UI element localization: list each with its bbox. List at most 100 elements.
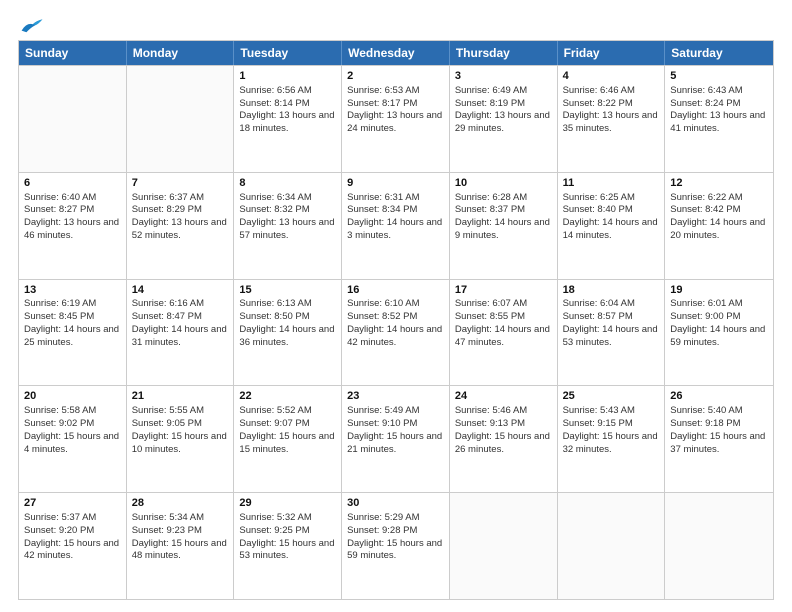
calendar-cell: 12Sunrise: 6:22 AMSunset: 8:42 PMDayligh…: [665, 173, 773, 279]
day-number: 14: [132, 283, 229, 298]
calendar-cell: 7Sunrise: 6:37 AMSunset: 8:29 PMDaylight…: [127, 173, 235, 279]
day-info: Sunrise: 6:22 AM: [670, 192, 768, 205]
day-info: Sunset: 9:10 PM: [347, 418, 444, 431]
calendar-cell: 5Sunrise: 6:43 AMSunset: 8:24 PMDaylight…: [665, 66, 773, 172]
logo-bird-icon: [20, 16, 44, 34]
day-number: 3: [455, 69, 552, 84]
day-info: Sunrise: 6:13 AM: [239, 298, 336, 311]
day-info: Sunset: 8:27 PM: [24, 204, 121, 217]
header: [18, 16, 774, 30]
day-number: 16: [347, 283, 444, 298]
day-info: Sunrise: 5:49 AM: [347, 405, 444, 418]
day-info: Sunrise: 5:43 AM: [563, 405, 660, 418]
calendar-header-day: Friday: [558, 41, 666, 65]
calendar-cell: 21Sunrise: 5:55 AMSunset: 9:05 PMDayligh…: [127, 386, 235, 492]
day-info: Sunrise: 6:07 AM: [455, 298, 552, 311]
day-number: 19: [670, 283, 768, 298]
day-info: Daylight: 15 hours and 48 minutes.: [132, 538, 229, 564]
day-info: Daylight: 14 hours and 53 minutes.: [563, 324, 660, 350]
day-info: Daylight: 13 hours and 57 minutes.: [239, 217, 336, 243]
calendar-cell: [558, 493, 666, 599]
day-number: 11: [563, 176, 660, 191]
calendar-cell: 1Sunrise: 6:56 AMSunset: 8:14 PMDaylight…: [234, 66, 342, 172]
calendar-row: 20Sunrise: 5:58 AMSunset: 9:02 PMDayligh…: [19, 385, 773, 492]
day-info: Daylight: 14 hours and 47 minutes.: [455, 324, 552, 350]
day-number: 20: [24, 389, 121, 404]
calendar-header-day: Saturday: [665, 41, 773, 65]
calendar-header-day: Thursday: [450, 41, 558, 65]
calendar-cell: 8Sunrise: 6:34 AMSunset: 8:32 PMDaylight…: [234, 173, 342, 279]
day-info: Sunrise: 6:04 AM: [563, 298, 660, 311]
day-number: 28: [132, 496, 229, 511]
day-number: 1: [239, 69, 336, 84]
day-info: Sunrise: 6:53 AM: [347, 85, 444, 98]
calendar-cell: 13Sunrise: 6:19 AMSunset: 8:45 PMDayligh…: [19, 280, 127, 386]
calendar-body: 1Sunrise: 6:56 AMSunset: 8:14 PM Daylight…: [19, 65, 773, 599]
calendar-row: 13Sunrise: 6:19 AMSunset: 8:45 PMDayligh…: [19, 279, 773, 386]
day-info: Sunset: 9:00 PM: [670, 311, 768, 324]
day-info: Sunrise: 6:31 AM: [347, 192, 444, 205]
calendar-cell: 24Sunrise: 5:46 AMSunset: 9:13 PMDayligh…: [450, 386, 558, 492]
day-number: 24: [455, 389, 552, 404]
day-info: Sunset: 8:14 PM: [239, 98, 336, 111]
day-info: Sunset: 9:07 PM: [239, 418, 336, 431]
calendar-cell: 22Sunrise: 5:52 AMSunset: 9:07 PMDayligh…: [234, 386, 342, 492]
day-number: 15: [239, 283, 336, 298]
day-info: Daylight: 15 hours and 32 minutes.: [563, 431, 660, 457]
day-info: Sunset: 9:18 PM: [670, 418, 768, 431]
calendar-cell: [19, 66, 127, 172]
day-info: Sunrise: 6:34 AM: [239, 192, 336, 205]
day-info: Sunrise: 6:56 AM: [239, 85, 336, 98]
day-number: 10: [455, 176, 552, 191]
day-info: Daylight: 14 hours and 25 minutes.: [24, 324, 121, 350]
day-number: 2: [347, 69, 444, 84]
day-info: Sunset: 8:55 PM: [455, 311, 552, 324]
day-info: Sunset: 9:20 PM: [24, 525, 121, 538]
calendar-cell: [127, 66, 235, 172]
day-number: 13: [24, 283, 121, 298]
day-info: Sunset: 8:32 PM: [239, 204, 336, 217]
day-number: 12: [670, 176, 768, 191]
day-info: Sunrise: 6:01 AM: [670, 298, 768, 311]
calendar-cell: 20Sunrise: 5:58 AMSunset: 9:02 PMDayligh…: [19, 386, 127, 492]
calendar-cell: 29Sunrise: 5:32 AMSunset: 9:25 PMDayligh…: [234, 493, 342, 599]
day-info: Sunset: 8:40 PM: [563, 204, 660, 217]
calendar-cell: 23Sunrise: 5:49 AMSunset: 9:10 PMDayligh…: [342, 386, 450, 492]
day-info: Sunset: 8:50 PM: [239, 311, 336, 324]
day-info: Daylight: 15 hours and 42 minutes.: [24, 538, 121, 564]
day-info: Sunrise: 6:25 AM: [563, 192, 660, 205]
day-info: Sunset: 8:24 PM: [670, 98, 768, 111]
day-number: 29: [239, 496, 336, 511]
day-info: Daylight: 13 hours and 29 minutes.: [455, 110, 552, 136]
calendar-cell: [665, 493, 773, 599]
calendar-cell: 14Sunrise: 6:16 AMSunset: 8:47 PMDayligh…: [127, 280, 235, 386]
day-info: Daylight: 14 hours and 31 minutes.: [132, 324, 229, 350]
calendar-cell: 3Sunrise: 6:49 AMSunset: 8:19 PMDaylight…: [450, 66, 558, 172]
day-info: Daylight: 14 hours and 14 minutes.: [563, 217, 660, 243]
day-info: Sunrise: 5:37 AM: [24, 512, 121, 525]
calendar-cell: 10Sunrise: 6:28 AMSunset: 8:37 PMDayligh…: [450, 173, 558, 279]
calendar-row: 1Sunrise: 6:56 AMSunset: 8:14 PM Daylight…: [19, 65, 773, 172]
day-info: Sunrise: 5:29 AM: [347, 512, 444, 525]
day-info: Daylight: 15 hours and 4 minutes.: [24, 431, 121, 457]
day-info: Daylight: 14 hours and 3 minutes.: [347, 217, 444, 243]
calendar-cell: 2Sunrise: 6:53 AMSunset: 8:17 PMDaylight…: [342, 66, 450, 172]
day-info: Daylight: 13 hours and 35 minutes.: [563, 110, 660, 136]
day-info: Daylight: 13 hours and 41 minutes.: [670, 110, 768, 136]
day-number: 23: [347, 389, 444, 404]
day-info: Sunset: 8:52 PM: [347, 311, 444, 324]
calendar-cell: 27Sunrise: 5:37 AMSunset: 9:20 PMDayligh…: [19, 493, 127, 599]
day-info: Sunrise: 5:52 AM: [239, 405, 336, 418]
day-info: Sunrise: 6:49 AM: [455, 85, 552, 98]
day-info: Daylight: 14 hours and 36 minutes.: [239, 324, 336, 350]
day-info: Sunset: 8:45 PM: [24, 311, 121, 324]
day-info: Daylight: 15 hours and 53 minutes.: [239, 538, 336, 564]
day-info: Sunset: 8:57 PM: [563, 311, 660, 324]
calendar-row: 27Sunrise: 5:37 AMSunset: 9:20 PMDayligh…: [19, 492, 773, 599]
day-info: Daylight: 15 hours and 26 minutes.: [455, 431, 552, 457]
day-info: Daylight: 13 hours and 46 minutes.: [24, 217, 121, 243]
calendar-cell: 26Sunrise: 5:40 AMSunset: 9:18 PMDayligh…: [665, 386, 773, 492]
day-info: Daylight: 15 hours and 15 minutes.: [239, 431, 336, 457]
day-info: Sunrise: 6:28 AM: [455, 192, 552, 205]
day-info: Daylight: 14 hours and 20 minutes.: [670, 217, 768, 243]
